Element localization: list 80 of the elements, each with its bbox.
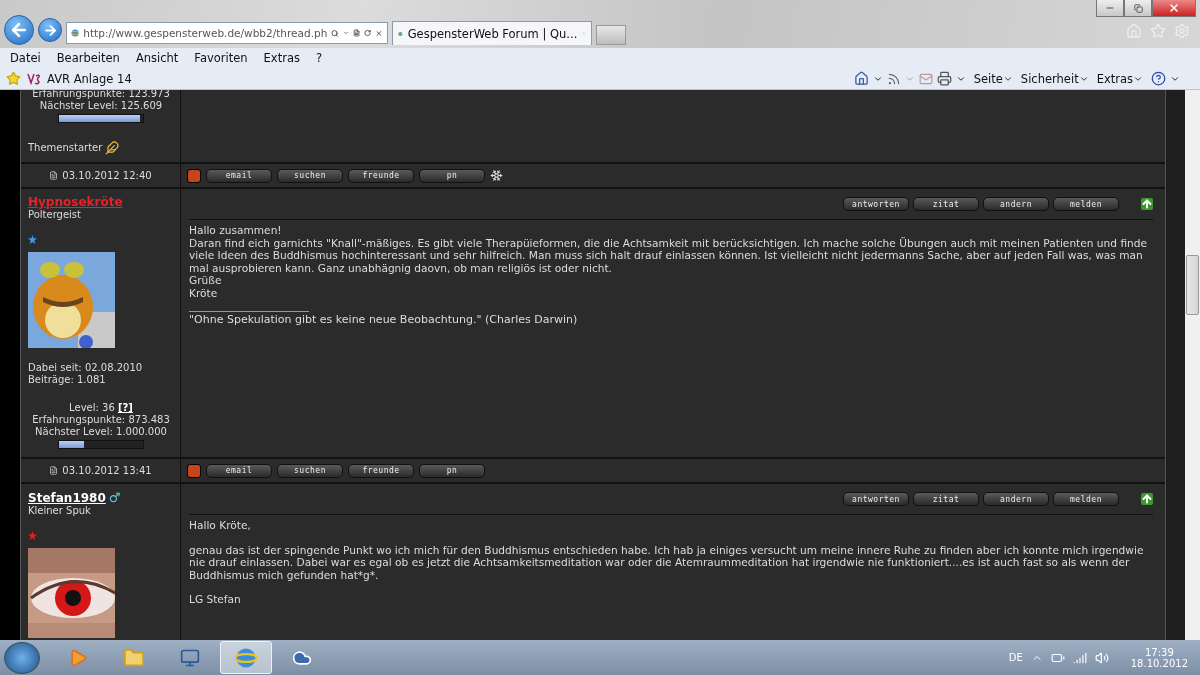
print-icon[interactable] xyxy=(936,71,952,86)
minimize-button[interactable] xyxy=(1096,0,1124,17)
post-icon xyxy=(49,466,59,475)
back-button[interactable] xyxy=(4,15,34,45)
level-label: Level: 36 [?] xyxy=(69,402,133,414)
command-menu[interactable]: Seite xyxy=(973,71,1013,86)
help-link[interactable]: [?] xyxy=(117,402,133,413)
gender-sign: ♂ xyxy=(108,490,121,505)
new-tab-button[interactable] xyxy=(596,25,626,45)
post-text: Hallo zusammen! xyxy=(189,224,283,237)
footer-button[interactable]: email xyxy=(206,463,272,478)
post-text: Kröte xyxy=(189,286,219,299)
close-icon xyxy=(1168,2,1180,14)
footer-button[interactable]: suchen xyxy=(277,168,343,183)
refresh-icon[interactable] xyxy=(364,27,372,39)
thread-starter-label: Themenstarter xyxy=(28,142,103,154)
site-icon xyxy=(27,72,41,85)
join-date: Dabei seit: 02.08.2010 xyxy=(28,362,144,374)
signature: "Ohne Spekulation gibt es keine neue Beobachtung." (Charles Darwin) xyxy=(189,314,579,327)
menu-item[interactable]: ? xyxy=(307,51,331,65)
address-field[interactable]: http://www.gespensterweb.de/wbb2/thread.ph xyxy=(66,22,388,44)
post-text: Grüße xyxy=(189,274,223,287)
volume-icon[interactable] xyxy=(1094,650,1109,665)
forward-button[interactable] xyxy=(38,18,62,42)
compatibility-icon[interactable] xyxy=(353,27,361,39)
browser-tab[interactable]: GespensterWeb Forum | Qu... xyxy=(392,21,592,45)
back-arrow-icon xyxy=(9,20,29,40)
post-text: LG Stefan xyxy=(189,593,242,606)
menu-item[interactable]: Bearbeiten xyxy=(48,51,128,65)
add-favorite-icon[interactable] xyxy=(6,71,21,86)
post-count: Beiträge: 1.081 xyxy=(28,374,107,386)
post-action-button[interactable]: melden xyxy=(1053,197,1119,211)
menu-item[interactable]: Extras xyxy=(255,51,308,65)
post-date: 03.10.2012 12:40 xyxy=(62,169,152,182)
command-menu[interactable]: Extras xyxy=(1096,71,1143,86)
post-action-button[interactable]: zitat xyxy=(913,197,979,211)
browser-icon xyxy=(71,26,80,40)
footer-button[interactable]: pn xyxy=(419,463,485,478)
favorite-link[interactable]: AVR Anlage 14 xyxy=(47,71,132,86)
post-date: 03.10.2012 13:41 xyxy=(62,464,152,477)
post-action-button[interactable]: andern xyxy=(983,492,1049,506)
footer-button[interactable]: freunde xyxy=(348,463,414,478)
post-action-button[interactable]: antworten xyxy=(843,492,909,506)
menu-item[interactable]: Favoriten xyxy=(186,51,256,65)
signal-icon[interactable] xyxy=(1072,650,1087,665)
start-button[interactable] xyxy=(4,641,40,674)
restore-button[interactable] xyxy=(1124,0,1152,17)
profile-badge-icon[interactable] xyxy=(187,463,201,478)
post-icon xyxy=(49,171,59,180)
footer-button[interactable]: freunde xyxy=(348,168,414,183)
footer-button[interactable]: email xyxy=(206,168,272,183)
post-text: Hallo Kröte, xyxy=(189,519,252,532)
user-rank: Poltergeist xyxy=(28,209,82,221)
restore-icon xyxy=(1133,3,1143,13)
post-text: Daran find eich garnichts "Knall"-mäßiges. Es gibt viele Therapüieformen, die die Achtsamkeit mit berücksichtigen. Ich mache solche Übungen auch mit meinen Patienten und finde viele Ideen des Buddhismus hochinteressant und sehr hilfreich. Man muss sich halt drauf einlassen können. Ist vielleicht nicht jedermanns Sache, aber auf jeden Fall was, was man mal ausprobieren kann. Ganz unabhägnig daovn, ob man religiös ist oder nicht. xyxy=(189,236,1148,274)
footer-button[interactable]: pn xyxy=(419,168,485,183)
feather-icon xyxy=(105,141,120,155)
post-action-button[interactable]: melden xyxy=(1053,492,1119,506)
next-level: Nächster Level: 1.000.000 xyxy=(35,426,167,438)
home-icon[interactable] xyxy=(853,71,869,86)
user-rank: Kleiner Spuk xyxy=(28,505,92,517)
next-level: Nächster Level: 125.609 xyxy=(39,100,163,112)
menu-item[interactable]: Datei xyxy=(2,51,49,65)
post-action-button[interactable]: andern xyxy=(983,197,1049,211)
author-name[interactable]: Stefan1980 xyxy=(28,491,106,505)
scrollbar-thumb[interactable] xyxy=(1186,255,1199,315)
post-text: genau das ist der spingende Punkt wo ich mich für den Buddhismus entschieden habe. Ich hab ja einiges versucht um meine innere Ruhe zu finden aber ich konnte mich irgendwie nie drauf einlassen. Dabei war es egal ob es jetzt die Achtsamkeitsmeditation war oder die Atemraummeditation hat irgendwie nie funktioniert....es ist auch fast so als wenn der Buddhismus mich gefunden hat*g*. xyxy=(189,543,1145,581)
post-action-button[interactable]: zitat xyxy=(913,492,979,506)
help-icon[interactable] xyxy=(1151,71,1166,86)
feed-icon[interactable] xyxy=(886,71,901,86)
close-button[interactable] xyxy=(1152,0,1196,17)
snowflake-icon[interactable] xyxy=(490,169,503,182)
experience-points: Erfahrungspunkte: 873.483 xyxy=(32,414,170,426)
post-action-button[interactable]: antworten xyxy=(843,197,909,211)
experience-points: Erfahrungspunkte: 123.973 xyxy=(32,90,170,100)
menu-item[interactable]: Ansicht xyxy=(127,51,187,65)
taskbar-icon[interactable] xyxy=(220,641,272,674)
command-menu[interactable]: Sicherheit xyxy=(1020,71,1089,86)
footer-button[interactable]: suchen xyxy=(277,463,343,478)
profile-badge-icon[interactable] xyxy=(187,168,201,183)
